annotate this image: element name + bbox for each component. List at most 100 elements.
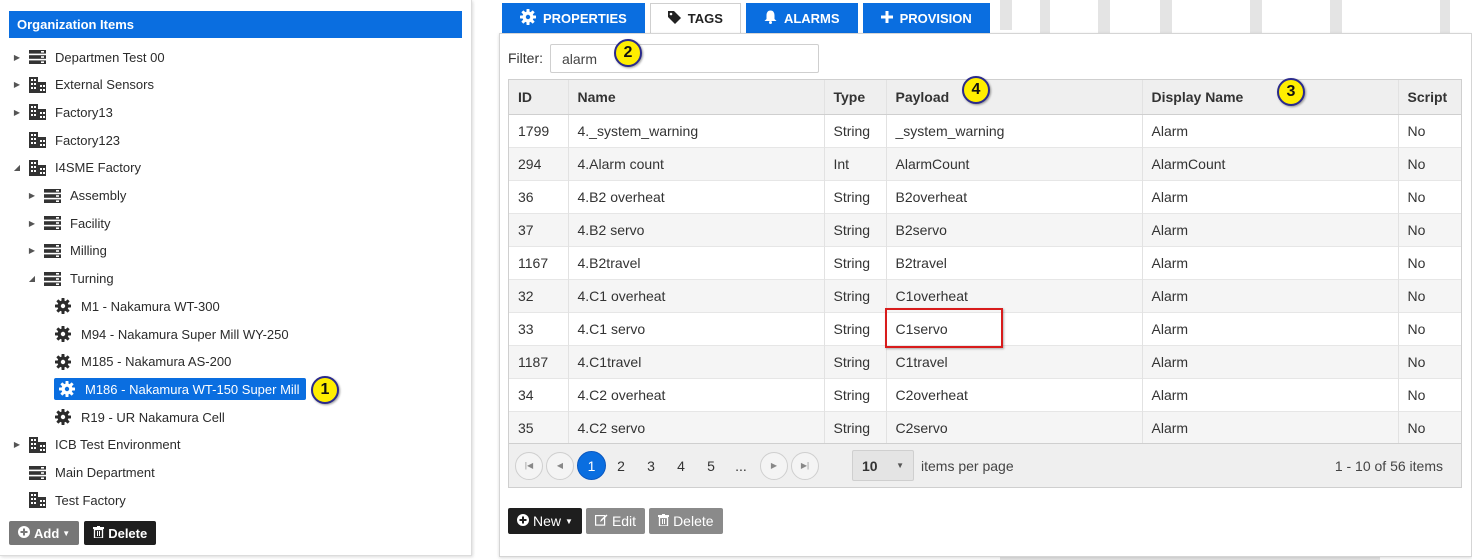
table-cell: 294 xyxy=(509,146,568,180)
table-cell: 4.B2 servo xyxy=(567,212,824,246)
trash-icon xyxy=(658,513,670,529)
tree-item[interactable]: ▶ Departmen Test 00 xyxy=(12,45,165,69)
add-button[interactable]: Add ▼ xyxy=(9,521,80,545)
table-cell: 4.C1 servo xyxy=(567,311,824,345)
filter-input[interactable] xyxy=(550,44,819,73)
table-cell: Alarm xyxy=(1141,113,1398,147)
table-cell: String xyxy=(823,278,886,312)
tab-label: PROVISION xyxy=(899,11,972,26)
column-header-payload[interactable]: Payload xyxy=(885,80,1142,115)
caret-right-icon[interactable]: ▶ xyxy=(12,440,22,449)
table-row[interactable]: 1799 4._system_warning String _system_warni… xyxy=(509,113,1461,147)
tree-item[interactable]: ◢ Turning xyxy=(27,267,114,291)
table-row[interactable]: 34 4.C2 overheat String C2overheat Alarm No xyxy=(509,377,1461,411)
items-per-page-label: items per page xyxy=(921,457,1014,474)
organization-items-header: Organization Items xyxy=(9,11,462,38)
building-icon xyxy=(28,76,46,94)
tree-item-label: M185 - Nakamura AS-200 xyxy=(81,354,232,370)
column-header-type[interactable]: Type xyxy=(823,80,886,115)
tree-item[interactable]: M186 - Nakamura WT-150 Super Mill xyxy=(54,377,306,401)
page-number-button[interactable]: 4 xyxy=(666,452,696,480)
edit-button[interactable]: Edit xyxy=(585,508,646,534)
page-number-button[interactable]: 5 xyxy=(696,452,726,480)
tab-provision[interactable]: PROVISION xyxy=(862,3,990,34)
column-header-display-name[interactable]: Display Name xyxy=(1141,80,1398,115)
grid-pager: |◀ ◀ 1 2 3 4 5... ▶ ▶| 10 ▼ items per page 1… xyxy=(509,443,1461,487)
tree-item[interactable]: ▶ Milling xyxy=(27,239,107,263)
table-cell: String xyxy=(823,179,886,213)
page-number-button[interactable]: 2 xyxy=(606,452,636,480)
table-cell: B2overheat xyxy=(885,179,1142,213)
table-cell: C2servo xyxy=(885,410,1142,444)
tree-item[interactable]: M185 - Nakamura AS-200 xyxy=(54,350,231,374)
tab-tags[interactable]: TAGS xyxy=(649,3,741,34)
last-page-button[interactable]: ▶| xyxy=(791,451,819,480)
table-cell: No xyxy=(1397,278,1461,312)
caret-down-icon[interactable]: ◢ xyxy=(12,163,22,172)
chevron-down-icon: ▼ xyxy=(565,516,573,526)
tree-item[interactable]: ▶ External Sensors xyxy=(12,73,154,97)
tree-item[interactable]: ▶ Assembly xyxy=(27,184,126,208)
table-row[interactable]: 1167 4.B2travel String B2travel Alarm No xyxy=(509,245,1461,279)
gear-icon xyxy=(54,325,72,343)
table-row[interactable]: 1187 4.C1travel String C1travel Alarm No xyxy=(509,344,1461,378)
tab-alarms[interactable]: ALARMS xyxy=(745,3,858,34)
tab-label: PROPERTIES xyxy=(543,11,627,26)
page-number-button[interactable]: 1 xyxy=(577,451,606,480)
gear-icon xyxy=(54,297,72,315)
column-header-name[interactable]: Name xyxy=(567,80,824,115)
table-row[interactable]: 294 4.Alarm count Int AlarmCount AlarmCount N… xyxy=(509,146,1461,180)
column-header-id[interactable]: ID xyxy=(509,80,568,115)
tree-item-label: Factory13 xyxy=(55,104,113,120)
table-cell: No xyxy=(1397,245,1461,279)
first-page-button[interactable]: |◀ xyxy=(515,451,543,480)
tree-item[interactable]: ▶ Facility xyxy=(27,211,111,235)
tree-item[interactable]: ▶ ICB Test Environment xyxy=(12,433,180,457)
caret-right-icon[interactable]: ▶ xyxy=(27,219,37,228)
new-button[interactable]: New ▼ xyxy=(508,508,582,534)
caret-down-icon[interactable]: ◢ xyxy=(27,274,37,283)
building-icon xyxy=(28,159,46,177)
next-page-button[interactable]: ▶ xyxy=(760,451,788,480)
tree-item[interactable]: M94 - Nakamura Super Mill WY-250 xyxy=(54,322,289,346)
tree-item[interactable]: ◢ I4SME Factory xyxy=(12,156,141,180)
building-icon xyxy=(28,491,46,509)
gear-icon xyxy=(58,380,76,398)
tree-item-label: Factory123 xyxy=(55,132,121,148)
table-row[interactable]: 37 4.B2 servo String B2servo Alarm No xyxy=(509,212,1461,246)
table-cell: 32 xyxy=(509,278,568,312)
page-size-select[interactable]: 10 ▼ xyxy=(852,450,914,481)
tree-item[interactable]: R19 - UR Nakamura Cell xyxy=(54,405,225,429)
tree-item-label: M1 - Nakamura WT-300 xyxy=(81,298,220,314)
page-number-button[interactable]: ... xyxy=(726,452,756,480)
caret-right-icon[interactable]: ▶ xyxy=(12,80,22,89)
table-row[interactable]: 36 4.B2 overheat String B2overheat Alarm No xyxy=(509,179,1461,213)
column-header-script[interactable]: Script xyxy=(1397,80,1461,115)
caret-right-icon[interactable]: ▶ xyxy=(27,246,37,255)
table-cell: 1799 xyxy=(509,113,568,147)
chevron-right-icon: ▶ xyxy=(770,461,778,470)
tab-properties[interactable]: PROPERTIES xyxy=(502,3,645,34)
caret-right-icon[interactable]: ▶ xyxy=(12,53,22,62)
table-cell: 4.C2 overheat xyxy=(567,377,824,411)
tree-item[interactable]: M1 - Nakamura WT-300 xyxy=(54,294,220,318)
delete-item-button-label: Delete xyxy=(108,525,148,541)
page-number-button[interactable]: 3 xyxy=(636,452,666,480)
table-cell: String xyxy=(823,344,886,378)
tree-item[interactable]: ▶ Factory13 xyxy=(12,100,113,124)
caret-right-icon[interactable]: ▶ xyxy=(12,108,22,117)
server-icon xyxy=(43,270,61,288)
delete-tag-button[interactable]: Delete xyxy=(649,508,723,534)
tree-item[interactable]: ▶Factory123 xyxy=(12,128,120,152)
table-cell: 34 xyxy=(509,377,568,411)
caret-right-icon[interactable]: ▶ xyxy=(27,191,37,200)
table-cell: Alarm xyxy=(1141,278,1398,312)
tree-item[interactable]: ▶Main Department xyxy=(12,461,155,485)
tree-item[interactable]: ▶Test Factory xyxy=(12,488,126,512)
delete-item-button[interactable]: Delete xyxy=(84,521,157,545)
table-row[interactable]: 35 4.C2 servo String C2servo Alarm No xyxy=(509,410,1461,444)
edit-icon xyxy=(594,514,608,529)
pager-summary: 1 - 10 of 56 items xyxy=(1334,457,1443,474)
prev-page-button[interactable]: ◀ xyxy=(546,451,574,480)
table-cell: 36 xyxy=(509,179,568,213)
